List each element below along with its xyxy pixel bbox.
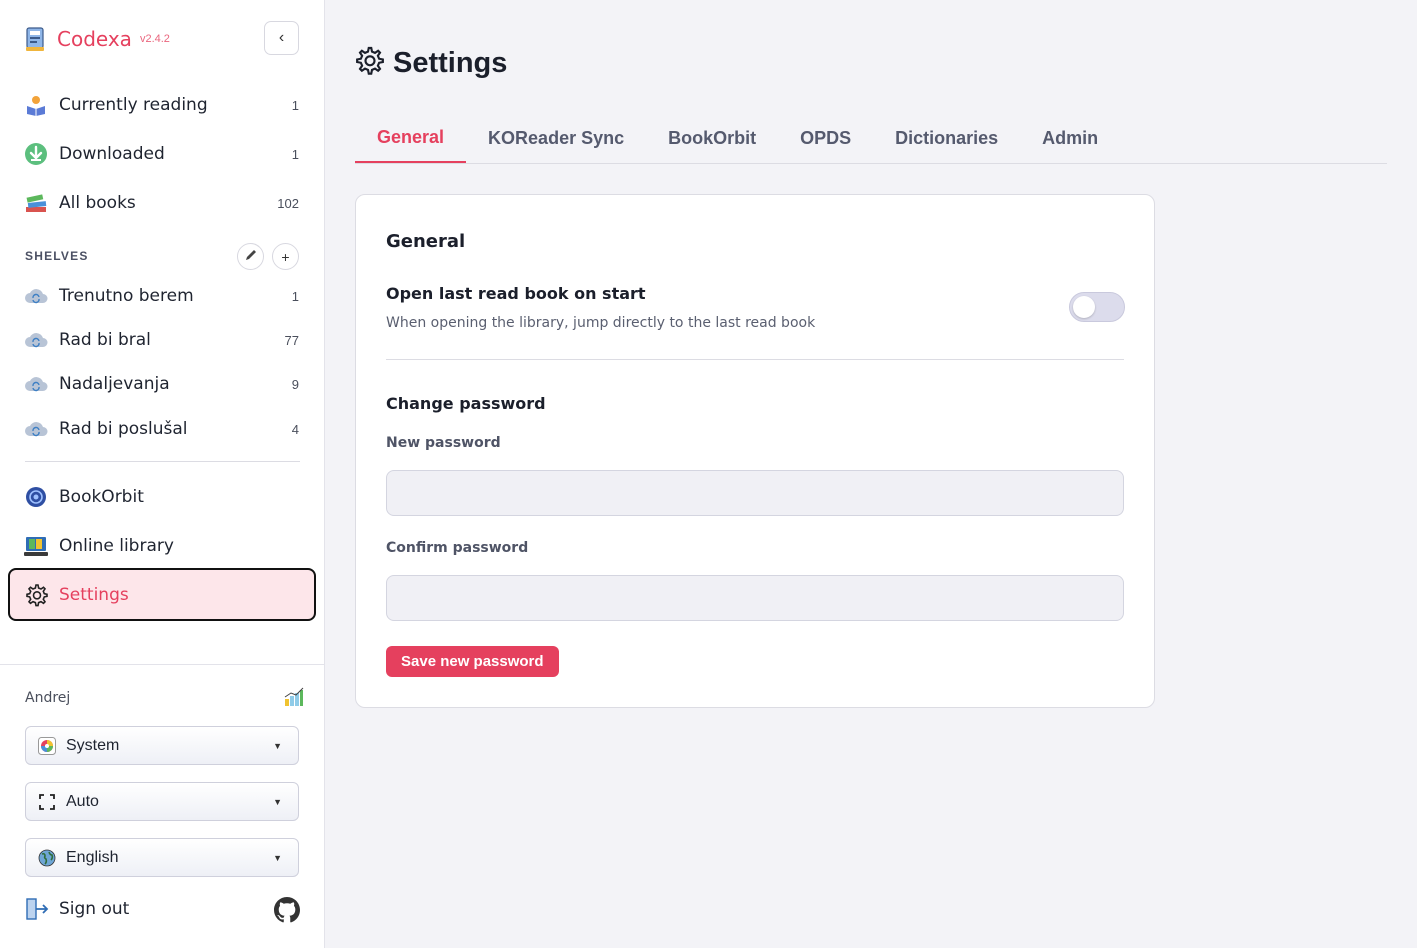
sidebar-item-label: Nadaljevanja: [59, 374, 170, 394]
tab-general[interactable]: General: [355, 113, 467, 163]
language-select-value: English: [66, 848, 119, 866]
cloud-sync-icon: [24, 328, 48, 352]
color-wheel-icon: [38, 736, 56, 755]
layout-select[interactable]: Auto ▼: [25, 782, 299, 821]
tab-koreader-sync[interactable]: KOReader Sync: [466, 113, 646, 163]
confirm-password-field[interactable]: [386, 575, 1124, 621]
shelves-title: SHELVES: [25, 249, 89, 263]
card-title: General: [386, 231, 466, 252]
stats-icon[interactable]: [284, 687, 304, 707]
sidebar-divider: [25, 461, 300, 462]
toggle-knob: [1073, 296, 1095, 318]
sidebar-item-label: Currently reading: [59, 95, 208, 115]
theme-select-value: System: [66, 736, 120, 754]
online-library-icon: [24, 534, 48, 558]
sidebar-item-label: All books: [59, 193, 136, 213]
globe-icon: [38, 849, 56, 867]
tab-dictionaries[interactable]: Dictionaries: [873, 113, 1020, 163]
confirm-password-label: Confirm password: [386, 540, 529, 556]
collapse-sidebar-button[interactable]: ‹: [264, 21, 299, 55]
change-password-title: Change password: [386, 394, 546, 413]
page-header: Settings: [355, 46, 507, 81]
codexa-logo-icon: [25, 26, 47, 52]
caret-down-icon: ▼: [273, 740, 282, 751]
tab-opds[interactable]: OPDS: [778, 113, 873, 163]
books-icon: [24, 191, 48, 215]
settings-tabs: General KOReader Sync BookOrbit OPDS Dic…: [355, 113, 1387, 164]
tab-bookorbit[interactable]: BookOrbit: [646, 113, 778, 163]
sign-out-button[interactable]: Sign out: [25, 897, 129, 921]
new-password-field[interactable]: [386, 470, 1124, 516]
save-password-button[interactable]: Save new password: [386, 646, 559, 677]
sidebar-item-label: Downloaded: [59, 144, 165, 164]
sidebar-item-label: Online library: [59, 536, 174, 556]
open-last-book-description: When opening the library, jump directly …: [386, 315, 816, 331]
sidebar-item-label: Trenutno berem: [59, 286, 194, 306]
app-name: Codexa: [57, 27, 132, 51]
github-icon[interactable]: [274, 897, 300, 923]
sidebar: Codexa v2.4.2 ‹ Currently reading 1 Down…: [0, 0, 325, 948]
sidebar-item-currently-reading[interactable]: Currently reading 1: [8, 81, 316, 129]
cloud-sync-icon: [24, 372, 48, 396]
tab-admin[interactable]: Admin: [1020, 113, 1120, 163]
sidebar-item-count: 1: [291, 146, 299, 162]
reader-icon: [24, 93, 48, 117]
user-name: Andrej: [25, 690, 71, 706]
fullscreen-icon: [38, 793, 56, 811]
sign-out-icon: [25, 897, 49, 921]
pencil-icon: [244, 248, 258, 265]
sidebar-item-bookorbit[interactable]: BookOrbit: [8, 473, 316, 521]
sidebar-item-shelf[interactable]: Rad bi bral 77: [8, 317, 316, 363]
sidebar-item-count: 77: [284, 332, 299, 348]
sidebar-item-all-books[interactable]: All books 102: [8, 179, 316, 227]
cloud-sync-icon: [24, 417, 48, 441]
sidebar-item-shelf[interactable]: Nadaljevanja 9: [8, 361, 316, 407]
user-section: Andrej System ▼ Auto ▼ English ▼ Sign ou…: [0, 664, 324, 948]
theme-select[interactable]: System ▼: [25, 726, 299, 765]
sidebar-item-shelf[interactable]: Trenutno berem 1: [8, 273, 316, 319]
download-icon: [24, 142, 48, 166]
brand[interactable]: Codexa v2.4.2: [25, 24, 170, 54]
caret-down-icon: ▼: [273, 796, 282, 807]
sidebar-item-label: Settings: [59, 584, 129, 605]
sidebar-item-count: 9: [291, 376, 299, 392]
sidebar-item-label: Rad bi poslušal: [59, 419, 188, 439]
language-select[interactable]: English ▼: [25, 838, 299, 877]
add-shelf-button[interactable]: +: [272, 243, 299, 270]
sidebar-item-count: 4: [291, 421, 299, 437]
new-password-label: New password: [386, 435, 501, 451]
sidebar-item-online-library[interactable]: Online library: [8, 522, 316, 570]
app-version: v2.4.2: [139, 33, 170, 45]
sidebar-item-downloaded[interactable]: Downloaded 1: [8, 130, 316, 178]
open-last-book-label: Open last read book on start: [386, 284, 646, 303]
sidebar-item-count: 1: [291, 288, 299, 304]
card-divider: [386, 359, 1124, 360]
layout-select-value: Auto: [66, 792, 99, 810]
page-title: Settings: [393, 47, 508, 79]
gear-icon: [24, 583, 48, 607]
sidebar-item-label: Rad bi bral: [59, 330, 151, 350]
sidebar-item-count: 102: [277, 195, 299, 211]
cloud-sync-icon: [24, 284, 48, 308]
chevron-left-icon: ‹: [278, 29, 285, 46]
sidebar-item-label: BookOrbit: [59, 487, 144, 507]
sidebar-item-settings[interactable]: Settings: [8, 568, 316, 621]
gear-icon: [355, 46, 385, 81]
orbit-icon: [24, 485, 48, 509]
sidebar-item-shelf[interactable]: Rad bi poslušal 4: [8, 406, 316, 452]
edit-shelves-button[interactable]: [237, 243, 264, 270]
sign-out-label: Sign out: [59, 899, 130, 919]
plus-icon: +: [281, 248, 290, 265]
general-settings-card: General Open last read book on start Whe…: [355, 194, 1155, 708]
open-last-book-toggle[interactable]: [1069, 292, 1125, 322]
sidebar-item-count: 1: [291, 97, 299, 113]
caret-down-icon: ▼: [273, 852, 282, 863]
